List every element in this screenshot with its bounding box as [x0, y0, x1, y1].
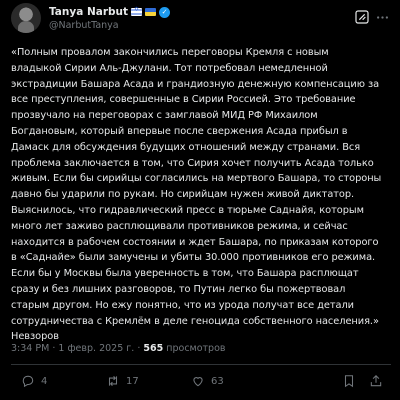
action-bar: 4 17 63: [11, 368, 391, 394]
bookmark-button[interactable]: [342, 368, 356, 394]
author-display-name[interactable]: Tanya Narbut: [49, 6, 128, 18]
meta-separator: ·: [52, 343, 56, 354]
tweet-text: «Полным провалом закончились переговоры …: [11, 47, 382, 343]
ukraine-flag-icon: [145, 8, 157, 16]
tweet-header: Tanya Narbut ✓ @NarbutTanya: [11, 3, 391, 37]
repost-count: 17: [126, 375, 139, 387]
views-label: просмотров: [166, 343, 226, 354]
grok-icon: [355, 10, 369, 24]
repost-button[interactable]: 17: [106, 368, 139, 394]
like-button[interactable]: 63: [191, 368, 224, 394]
reply-button[interactable]: 4: [21, 368, 47, 394]
like-count: 63: [211, 375, 224, 387]
author-name-row[interactable]: Tanya Narbut ✓: [49, 5, 171, 19]
share-icon: [370, 375, 382, 387]
more-icon: [376, 15, 388, 19]
meta-separator: ·: [137, 343, 141, 354]
grok-button[interactable]: [351, 6, 373, 28]
tweet-date[interactable]: 1 февр. 2025 г.: [58, 343, 134, 354]
verified-badge-icon: ✓: [159, 6, 171, 18]
tweet: Tanya Narbut ✓ @NarbutTanya «Полным пров…: [0, 0, 400, 400]
share-button[interactable]: [369, 368, 383, 394]
author-handle[interactable]: @NarbutTanya: [49, 20, 119, 31]
views-count: 565: [143, 343, 164, 354]
reply-icon: [22, 375, 34, 388]
tweet-metadata: 3:34 PM · 1 февр. 2025 г. · 565 просмотр…: [11, 343, 226, 354]
divider: [11, 364, 391, 365]
like-icon: [193, 377, 203, 387]
avatar[interactable]: [11, 3, 41, 33]
israel-flag-icon: [131, 6, 143, 16]
repost-icon: [108, 375, 118, 387]
reply-count: 4: [41, 375, 48, 387]
bookmark-icon: [344, 375, 354, 388]
tweet-time[interactable]: 3:34 PM: [11, 343, 49, 354]
more-button[interactable]: [373, 6, 391, 28]
